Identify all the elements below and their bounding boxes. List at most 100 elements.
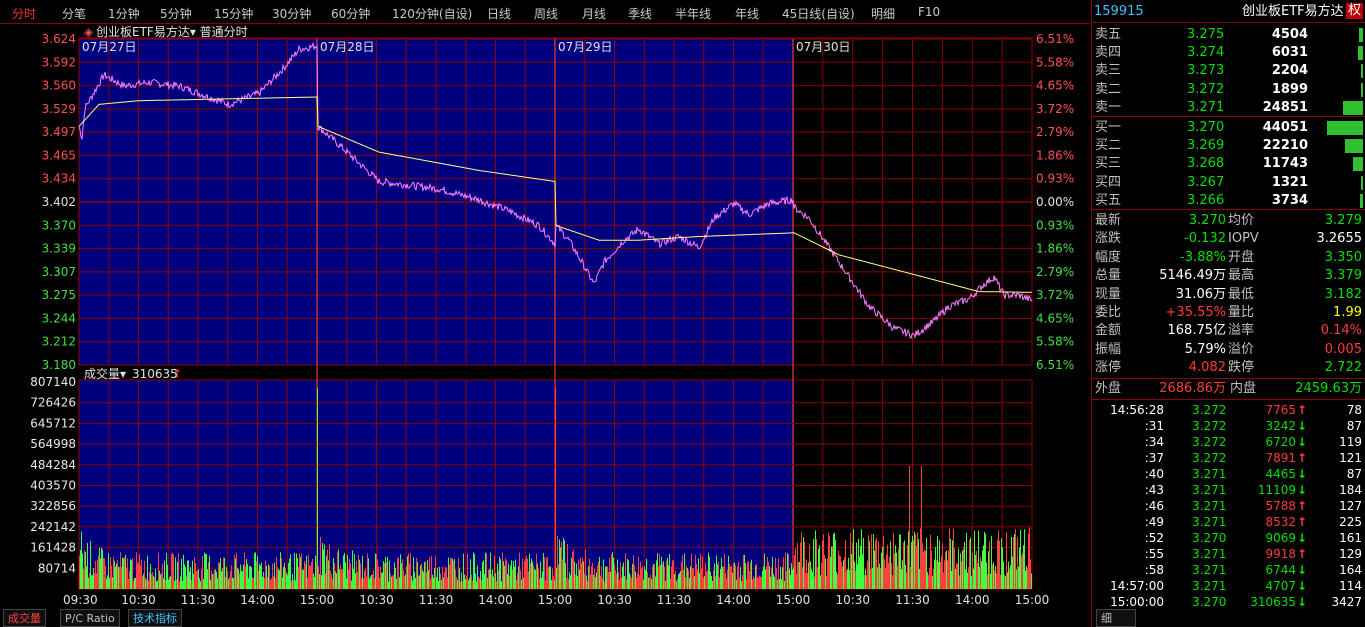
diamond-icon: ◈ <box>84 25 94 39</box>
price-tick: 3.434 <box>42 172 76 186</box>
price-tick: 3.307 <box>42 265 76 279</box>
period-tab[interactable]: 周线 <box>534 5 558 22</box>
stat-label: 幅度 <box>1095 249 1122 265</box>
ask-label: 卖二 <box>1095 81 1122 97</box>
stat-row: 振幅 5.79% 溢价 0.005 <box>1092 341 1365 359</box>
stat-label: 均价 <box>1228 213 1255 228</box>
period-tab[interactable]: 明细 <box>871 5 895 22</box>
time-label: 11:30 <box>181 593 216 607</box>
indicator-tab[interactable]: P/C Ratio <box>60 609 120 627</box>
ask-row: 卖二 3.272 1899 <box>1092 81 1365 99</box>
ask-label: 卖三 <box>1095 63 1122 79</box>
day-label: 07月29日 <box>558 40 613 54</box>
period-tab[interactable]: 半年线 <box>675 5 711 22</box>
bid-depth-bar <box>1327 121 1363 135</box>
percent-tick: 2.79% <box>1036 125 1074 139</box>
percent-tick: 5.58% <box>1036 335 1074 349</box>
bid-row: 买一 3.270 44051 <box>1092 119 1365 137</box>
quote-panel: 159915 创业板ETF易方达权卖五 3.275 4504 卖四 3.274 6031 卖三… <box>1091 0 1365 627</box>
tick-volume: 310635 <box>1250 595 1296 609</box>
period-tab[interactable]: F10 <box>918 5 940 19</box>
indicator-tab[interactable]: 技术指标 <box>128 609 182 627</box>
ask-label: 卖四 <box>1095 45 1122 61</box>
stat-value: 0.14% <box>1320 323 1362 339</box>
stat-value: 3.279 <box>1324 213 1362 228</box>
period-tab[interactable]: 日线 <box>487 5 511 22</box>
volume-tick: 726426 <box>30 396 76 410</box>
stat-label: 跌停 <box>1228 360 1255 376</box>
time-label: 15:00 <box>776 593 811 607</box>
percent-tick: 4.65% <box>1036 311 1074 325</box>
stat-value: -3.88% <box>1180 249 1226 265</box>
inner-label: 内盘 <box>1230 381 1257 396</box>
tick-count: 3427 <box>1331 595 1362 609</box>
stat-value: 2.722 <box>1324 360 1362 376</box>
time-label: 15:00 <box>538 593 573 607</box>
intraday-chart[interactable]: 3.624 6.51% 3.592 5.58% 3.560 4.65% 3.529 3.72%… <box>0 24 1090 609</box>
time-label: 11:30 <box>895 593 930 607</box>
indicator-tab[interactable]: 成交量 <box>3 609 46 627</box>
stat-row: 委比 +35.55% 量比 1.99 <box>1092 304 1365 322</box>
security-name[interactable]: 创业板ETF易方达▾ 普通分时 <box>96 24 248 39</box>
time-label: 15:00 <box>300 593 335 607</box>
period-tab[interactable]: 分笔 <box>62 5 86 22</box>
stat-label: 委比 <box>1095 305 1122 320</box>
ask-row: 卖一 3.271 24851 <box>1092 99 1365 117</box>
volume-tick: 484284 <box>30 458 76 472</box>
stat-label: 涨跌 <box>1095 231 1122 247</box>
bid-row: 买四 3.267 1321 <box>1092 174 1365 192</box>
price-tick: 3.529 <box>42 102 76 116</box>
divider <box>1092 209 1365 210</box>
time-label: 10:30 <box>597 593 632 607</box>
day-label: 07月27日 <box>82 40 137 54</box>
ask-depth-bar <box>1358 46 1363 61</box>
price-tick: 3.275 <box>42 288 76 302</box>
period-tab[interactable]: 30分钟 <box>272 5 311 22</box>
bid-label: 买五 <box>1095 192 1122 208</box>
ask-label: 卖五 <box>1095 27 1122 42</box>
period-tab[interactable]: 年线 <box>735 5 759 22</box>
period-tab[interactable]: 分时 <box>12 5 36 22</box>
price-tick: 3.180 <box>42 358 76 372</box>
stat-label: 开盘 <box>1228 249 1255 265</box>
period-tab[interactable]: 季线 <box>628 5 652 22</box>
detail-tab[interactable]: 细 <box>1096 609 1136 627</box>
bid-volume: 22210 <box>1262 138 1308 154</box>
stat-row: 涨跌 -0.132 IOPV 3.2655 <box>1092 230 1365 248</box>
stat-value: 3.2655 <box>1316 231 1363 247</box>
ask-volume: 4504 <box>1271 27 1308 42</box>
bid-label: 买二 <box>1095 138 1122 154</box>
chart-canvas[interactable]: 3.624 6.51% 3.592 5.58% 3.560 4.65% 3.529 3.72%… <box>0 24 1090 609</box>
stat-label: 涨停 <box>1095 360 1122 376</box>
period-tab[interactable]: 120分钟(自设) <box>392 5 472 22</box>
period-tab[interactable]: 5分钟 <box>160 5 192 22</box>
stat-value: 5146.49万 <box>1159 268 1226 284</box>
divider <box>1092 399 1365 400</box>
percent-tick: 0.93% <box>1036 172 1074 186</box>
period-tab[interactable]: 45日线(自设) <box>782 5 855 22</box>
volume-tick: 80714 <box>38 561 76 575</box>
stat-label: 量比 <box>1228 305 1255 320</box>
percent-tick: 1.86% <box>1036 242 1074 256</box>
period-tab[interactable]: 月线 <box>582 5 606 22</box>
stat-label: 最高 <box>1228 268 1255 284</box>
period-tab[interactable]: 60分钟 <box>331 5 370 22</box>
volume-tick: 807140 <box>30 375 76 389</box>
percent-tick: 0.00% <box>1036 195 1074 209</box>
ask-price: 3.275 <box>1187 27 1225 42</box>
time-label: 15:00 <box>1015 593 1050 607</box>
bid-price: 3.267 <box>1187 174 1225 190</box>
volume-label[interactable]: 成交量▾ <box>84 366 126 381</box>
volume-tick: 161428 <box>30 541 76 555</box>
bid-depth-bar <box>1353 157 1363 172</box>
stat-row: 最新 3.270 均价 3.279 <box>1092 212 1365 230</box>
volume-tick: 403570 <box>30 479 76 493</box>
period-tab[interactable]: 1分钟 <box>108 5 140 22</box>
stat-value: 1.99 <box>1333 305 1362 320</box>
rights-badge[interactable]: 权 <box>1346 3 1364 19</box>
stat-row: 现量 31.06万 最低 3.182 <box>1092 286 1365 304</box>
stat-value: 31.06万 <box>1175 286 1226 302</box>
stat-value: 0.005 <box>1324 341 1362 357</box>
bid-price: 3.270 <box>1187 120 1225 135</box>
period-tab[interactable]: 15分钟 <box>214 5 253 22</box>
